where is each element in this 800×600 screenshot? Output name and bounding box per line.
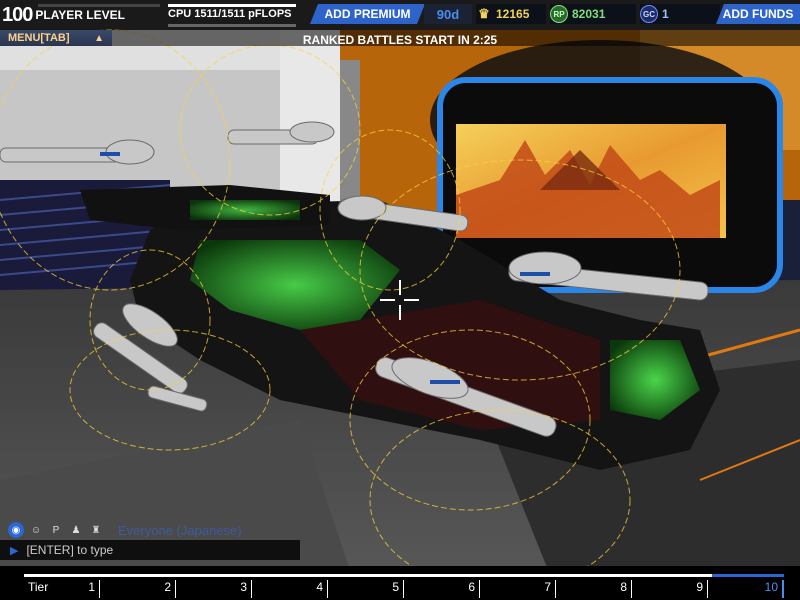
player-level: 100 PLAYER LEVEL: [0, 2, 125, 28]
friends-icon[interactable]: ♟: [68, 522, 84, 538]
add-funds-button[interactable]: ADD FUNDS: [716, 4, 800, 24]
gc-balance: GC 1: [640, 4, 720, 24]
tier-active-indicator: [712, 574, 784, 577]
robits-value: 12165: [496, 7, 530, 21]
cpu-bar: [168, 4, 296, 7]
chat-input-placeholder: [ENTER] to type: [26, 543, 114, 557]
robits-icon: ♛: [478, 6, 490, 21]
gc-value: 1: [662, 7, 669, 21]
rp-balance: RP 82031: [550, 4, 636, 24]
tier-tick-6[interactable]: 6: [404, 580, 480, 598]
rp-value: 82031: [572, 7, 606, 21]
player-level-number: 100: [2, 3, 33, 26]
garage-scene: [0, 29, 800, 600]
top-hud: 100 PLAYER LEVEL CPU 1511/1511 pFLOPS AD…: [0, 0, 800, 30]
tier-tick-8[interactable]: 8: [556, 580, 632, 598]
tier-tick-3[interactable]: 3: [176, 580, 252, 598]
cpu-bar-fill: [168, 4, 296, 7]
party-icon[interactable]: P: [48, 522, 64, 538]
tier-tick-5[interactable]: 5: [328, 580, 404, 598]
chat-channel-tabs: ◉ ☺ P ♟ ♜ Everyone (Japanese): [8, 520, 300, 540]
tier-tick-9[interactable]: 9: [632, 580, 708, 598]
tier-tick-1[interactable]: 1: [24, 580, 100, 598]
globe-icon[interactable]: ◉: [8, 522, 24, 538]
player-level-label: PLAYER LEVEL: [35, 8, 125, 22]
person-icon[interactable]: ☺: [28, 522, 44, 538]
cpu-readout: CPU 1511/1511 pFLOPS: [168, 8, 292, 20]
tier-tick-10[interactable]: 10: [708, 580, 784, 598]
chat-input[interactable]: ▶ [ENTER] to type: [0, 540, 300, 560]
cpu-underline: [168, 24, 296, 27]
tier-tick-4[interactable]: 4: [252, 580, 328, 598]
gc-coin-icon: GC: [640, 5, 658, 23]
chat-active-channel: Everyone (Japanese): [118, 522, 242, 538]
clan-icon[interactable]: ♜: [88, 522, 104, 538]
tier-tick-2[interactable]: 2: [100, 580, 176, 598]
tier-tick-7[interactable]: 7: [480, 580, 556, 598]
tier-bar: Tier 1 2 3 4 5 6 7 8 9 10: [0, 566, 800, 600]
robits-balance: ♛ 12165: [476, 4, 546, 24]
ranked-battles-banner: RANKED BATTLES START IN 2:25: [302, 33, 498, 47]
play-arrow-icon: ▶: [10, 544, 19, 557]
tier-track: [24, 574, 712, 577]
premium-days: 90d: [424, 4, 472, 24]
add-premium-button[interactable]: ADD PREMIUM: [310, 4, 425, 24]
rp-coin-icon: RP: [550, 5, 568, 23]
